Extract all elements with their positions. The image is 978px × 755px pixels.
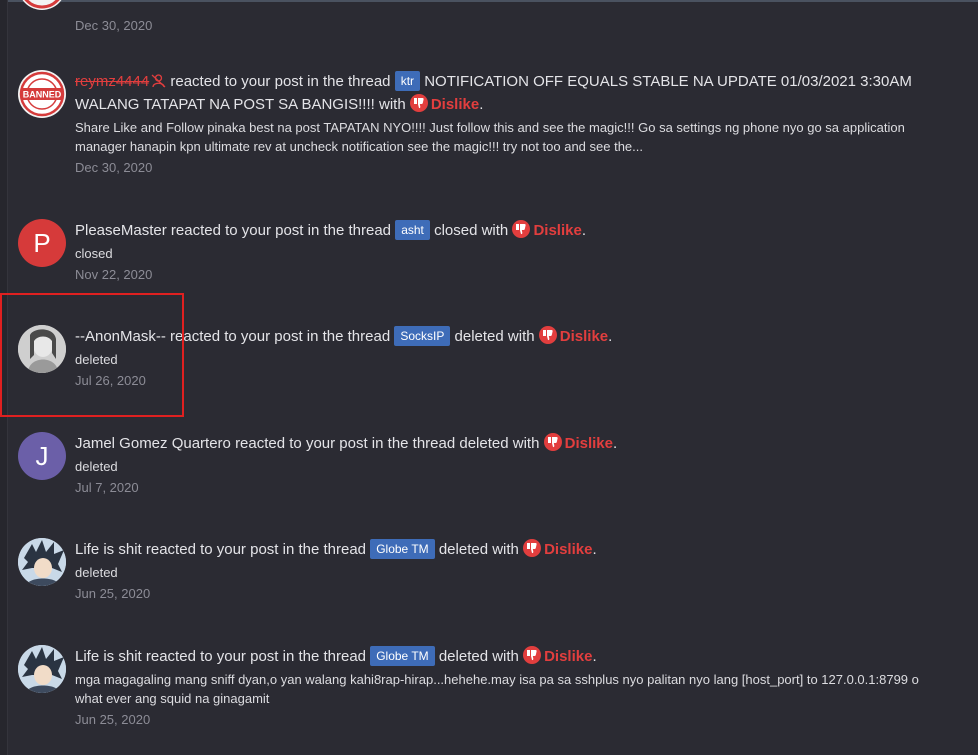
with-text: with: [481, 222, 509, 239]
notification-date: Jun 25, 2020: [75, 586, 151, 601]
user-avatar[interactable]: [18, 538, 66, 586]
user-avatar[interactable]: [18, 645, 66, 693]
username-link[interactable]: Life is shit: [75, 541, 142, 558]
with-text: with: [492, 648, 519, 665]
banned-stamp-icon: BANNED: [19, 71, 65, 117]
anime-avatar-icon: [18, 538, 66, 586]
notifications-page: { "notifications": [ { "date": "Dec 30, …: [0, 0, 978, 755]
post-snippet: deleted: [75, 565, 118, 580]
with-text: with: [378, 96, 406, 113]
thread-prefix-tag[interactable]: ktr: [394, 71, 421, 91]
thread-title-link[interactable]: deleted: [459, 435, 508, 452]
dislike-icon: [512, 220, 531, 238]
post-snippet: Share Like and Follow pinaka best na pos…: [75, 120, 905, 154]
username-link[interactable]: PleaseMaster: [75, 222, 167, 239]
notification-headline: PleaseMaster reacted to your post in the…: [75, 220, 586, 240]
with-text: with: [492, 541, 519, 558]
username-link[interactable]: Jamel Gomez Quartero: [75, 435, 231, 452]
post-snippet: closed: [75, 246, 113, 261]
user-avatar[interactable]: [18, 0, 66, 10]
user-avatar[interactable]: P: [18, 219, 66, 267]
action-text: reacted to your post in the thread: [170, 328, 391, 345]
notification-date: Jul 7, 2020: [75, 480, 139, 495]
post-snippet: deleted: [75, 352, 118, 367]
user-avatar[interactable]: J: [18, 432, 66, 480]
banned-badge-text: BANNED: [23, 90, 62, 100]
dislike-icon: [409, 94, 428, 112]
dislike-icon: [523, 539, 542, 557]
username-link[interactable]: reymz4444: [75, 73, 149, 90]
username-link[interactable]: Life is shit: [75, 648, 142, 665]
thread-prefix-tag[interactable]: Globe TM: [370, 539, 435, 559]
notification-date: Dec 30, 2020: [75, 18, 153, 33]
highlight-annotation-box: [0, 293, 184, 417]
action-text: reacted to your post in the thread: [145, 541, 367, 558]
avatar-letter: J: [35, 440, 49, 471]
reaction-label: Dislike: [544, 648, 593, 665]
with-text: with: [512, 435, 540, 452]
thread-title-link[interactable]: closed: [434, 222, 477, 239]
banned-user-avatar[interactable]: BANNED: [18, 70, 66, 118]
notification-headline: --AnonMask-- reacted to your post in the…: [75, 326, 613, 346]
notification-date: Jul 26, 2020: [75, 373, 146, 388]
anime-avatar-icon: [18, 645, 66, 693]
dislike-icon: [543, 433, 562, 451]
dislike-icon: [538, 326, 557, 344]
reaction-label: Dislike: [533, 222, 582, 239]
banned-user-icon: [151, 74, 166, 88]
notification-date: Dec 30, 2020: [75, 160, 153, 175]
notification-headline: Jamel Gomez Quartero reacted to your pos…: [75, 433, 618, 452]
notification-date: Jun 25, 2020: [75, 712, 151, 727]
dislike-icon: [523, 646, 542, 664]
reaction-label: Dislike: [544, 541, 593, 558]
notification-headline: Life is shit reacted to your post in the…: [75, 646, 597, 666]
action-text: reacted to your post in the thread: [145, 648, 367, 665]
notification-headline: reymz4444 reacted to your post in the th…: [75, 71, 912, 113]
notification-date: Nov 22, 2020: [75, 267, 153, 282]
reaction-label: Dislike: [430, 96, 480, 113]
action-text: reacted to your post in the thread: [235, 435, 456, 452]
thread-prefix-tag[interactable]: asht: [395, 220, 430, 240]
action-text: reacted to your post in the thread: [170, 73, 391, 90]
reaction-label: Dislike: [564, 435, 613, 452]
thread-title-link[interactable]: deleted: [439, 541, 488, 558]
notification-headline: Life is shit reacted to your post in the…: [75, 539, 597, 559]
avatar-letter: P: [33, 227, 51, 258]
post-snippet: mga magagaling mang sniff dyan,o yan wal…: [75, 672, 919, 706]
thread-title-link[interactable]: deleted: [439, 648, 488, 665]
reaction-label: Dislike: [559, 328, 609, 345]
action-text: reacted to your post in the thread: [170, 222, 392, 239]
with-text: with: [507, 328, 535, 345]
thread-title-link[interactable]: deleted: [455, 328, 504, 345]
thread-prefix-tag[interactable]: Globe TM: [370, 646, 435, 666]
post-snippet: deleted: [75, 459, 118, 474]
thread-prefix-tag[interactable]: SocksIP: [394, 326, 451, 346]
